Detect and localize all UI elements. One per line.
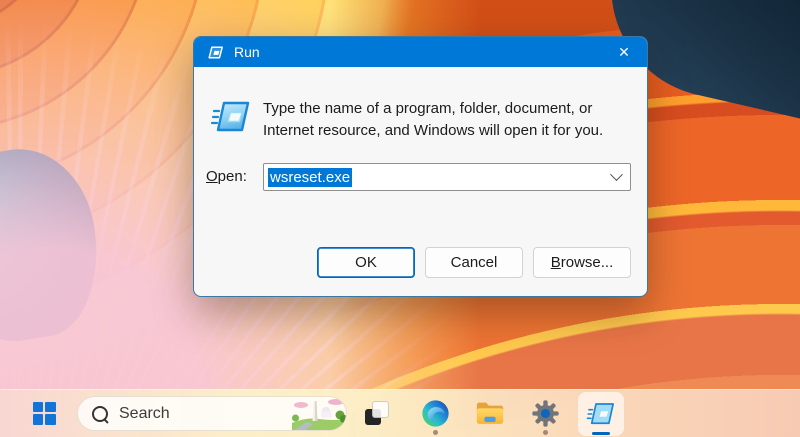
settings-running-indicator <box>543 430 548 435</box>
search-label: Search <box>119 404 170 422</box>
run-window-icon <box>206 44 226 60</box>
chevron-down-icon[interactable] <box>610 167 623 181</box>
file-explorer-icon <box>476 402 504 424</box>
close-icon: ✕ <box>618 44 630 60</box>
run-active-indicator <box>592 432 610 435</box>
search-icon <box>92 405 108 422</box>
edge-running-indicator <box>433 430 438 435</box>
run-taskbar-button[interactable] <box>578 392 624 436</box>
run-dialog-icon <box>210 99 252 135</box>
open-combobox[interactable]: wsreset.exe <box>263 163 631 191</box>
edge-icon <box>421 399 449 427</box>
cancel-button[interactable]: Cancel <box>425 247 523 278</box>
input-selected-text[interactable]: wsreset.exe <box>268 167 353 187</box>
ok-button[interactable]: OK <box>317 247 415 278</box>
open-label: Open: <box>206 168 247 185</box>
file-explorer-button[interactable] <box>470 393 510 433</box>
dialog-message: Type the name of a program, folder, docu… <box>263 100 604 139</box>
run-dialog: Run ✕ Type the name of a program, folder… <box>193 36 648 297</box>
dialog-button-row: OK Cancel Browse... <box>317 247 631 278</box>
edge-button[interactable] <box>415 393 455 433</box>
dialog-title: Run <box>234 44 260 60</box>
settings-button[interactable] <box>525 393 565 433</box>
task-view-icon <box>365 401 389 425</box>
close-button[interactable]: ✕ <box>601 37 647 67</box>
taskbar: Search <box>0 389 800 437</box>
search-highlight-image[interactable] <box>292 397 346 430</box>
browse-button[interactable]: Browse... <box>533 247 631 278</box>
task-view-button[interactable] <box>357 393 397 433</box>
run-taskbar-icon <box>586 403 614 425</box>
windows-logo-icon <box>32 401 56 425</box>
start-button[interactable] <box>24 393 64 433</box>
search-box[interactable]: Search <box>77 396 347 431</box>
titlebar[interactable]: Run ✕ <box>194 37 647 67</box>
gear-icon <box>531 399 559 427</box>
